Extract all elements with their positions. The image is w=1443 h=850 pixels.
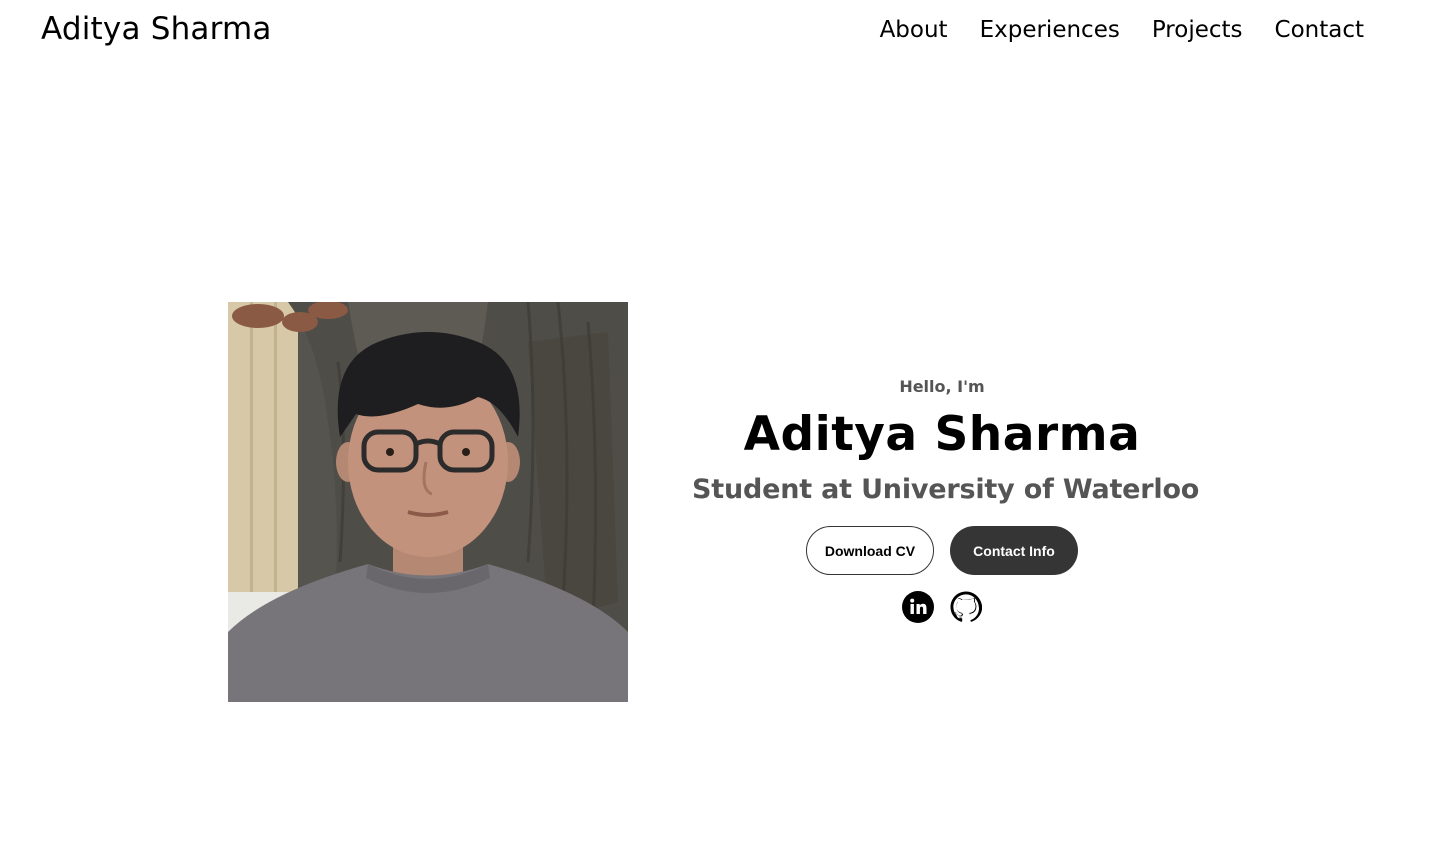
profile-section: Hello, I'm Aditya Sharma Student at Univ…: [692, 372, 1200, 623]
nav-link-about[interactable]: About: [880, 12, 948, 48]
profile-picture-illustration: [228, 302, 628, 702]
download-cv-button[interactable]: Download CV: [806, 526, 934, 575]
nav-link-projects[interactable]: Projects: [1152, 12, 1243, 48]
nav-item-contact: Contact: [1275, 12, 1364, 48]
contact-info-button[interactable]: Contact Info: [950, 526, 1078, 575]
greeting-text: Hello, I'm: [899, 377, 985, 396]
nav-item-experiences: Experiences: [980, 12, 1120, 48]
nav-links: About Experiences Projects Contact: [880, 12, 1364, 48]
button-row: Download CV Contact Info: [692, 526, 1192, 575]
nav-item-projects: Projects: [1152, 12, 1243, 48]
hero-name: Aditya Sharma: [743, 407, 1141, 462]
github-icon[interactable]: [950, 591, 982, 623]
hero-role: Student at University of Waterloo: [692, 474, 1200, 505]
nav-logo[interactable]: Aditya Sharma: [41, 9, 272, 49]
nav-link-experiences[interactable]: Experiences: [980, 12, 1120, 48]
nav-link-contact[interactable]: Contact: [1275, 12, 1364, 48]
profile-picture: [228, 302, 628, 702]
linkedin-icon[interactable]: [902, 591, 934, 623]
social-links: [692, 591, 1192, 623]
nav-item-about: About: [880, 12, 948, 48]
